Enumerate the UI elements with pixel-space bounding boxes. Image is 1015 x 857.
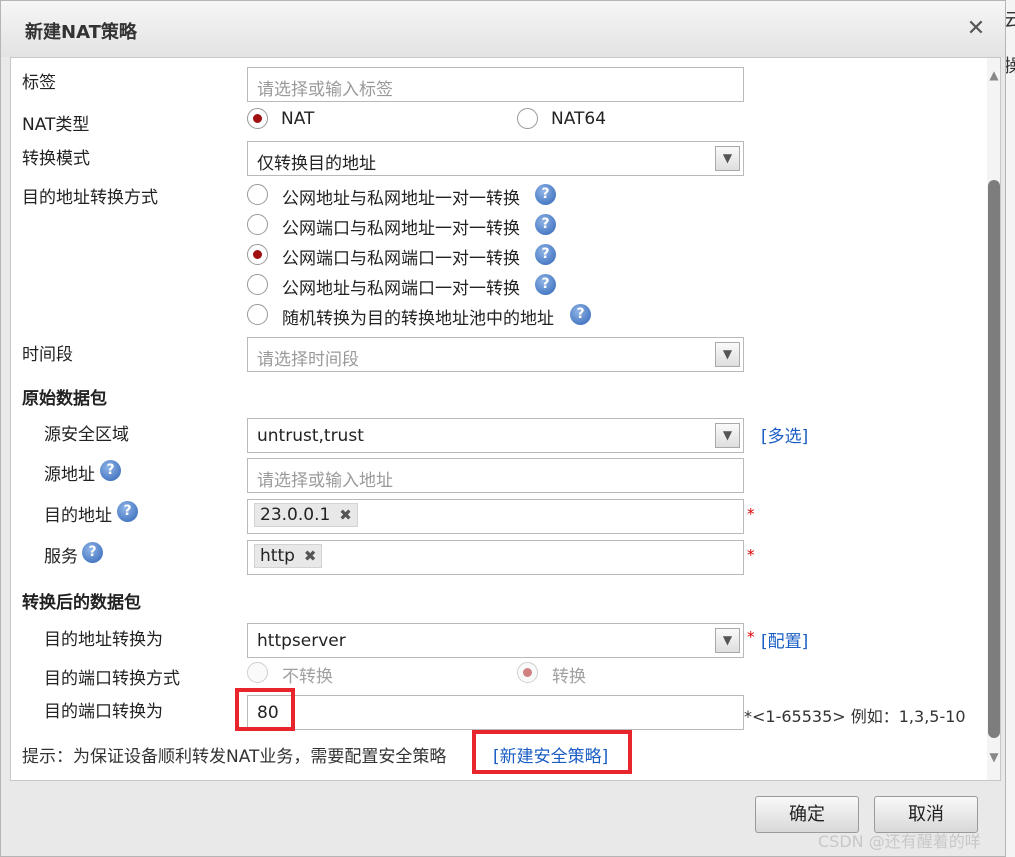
chevron-down-icon[interactable]: ▼ (715, 146, 740, 171)
scrollbar-thumb[interactable] (988, 180, 1000, 738)
convert-mode-value: 仅转换目的地址 (257, 154, 376, 174)
convert-mode-select[interactable]: 仅转换目的地址 ▼ (247, 141, 744, 176)
dest-conv-method-label: 目的地址转换方式 (22, 188, 158, 208)
help-icon[interactable]: ? (117, 501, 138, 522)
original-packet-heading: 原始数据包 (22, 389, 107, 409)
remove-tag-icon[interactable]: ✖ (339, 506, 352, 524)
dest-addr-tag: 23.0.0.1 ✖ (254, 503, 358, 527)
dest-conv-option-4[interactable]: 公网地址与私网端口一对一转换 (282, 274, 520, 299)
dest-addr-translated-value: httpserver (257, 631, 346, 651)
scroll-up-icon[interactable]: ▲ (987, 68, 1000, 82)
hint-text: 提示：为保证设备顺利转发NAT业务，需要配置安全策略 (22, 747, 447, 767)
nat-type-option-nat64[interactable]: NAT64 (551, 109, 606, 129)
tag-input[interactable]: 请选择或输入标签 (247, 67, 744, 102)
highlight-box-port (235, 688, 295, 731)
nat-type-label: NAT类型 (22, 115, 90, 135)
scroll-down-icon[interactable]: ▼ (987, 750, 1000, 764)
service-tag-text: http (260, 546, 295, 566)
dest-conv-option-1[interactable]: 公网地址与私网地址一对一转换 (282, 184, 520, 209)
dialog-titlebar[interactable]: 新建NAT策略 ✕ (1, 1, 1005, 57)
src-zone-label: 源安全区域 (44, 425, 129, 445)
help-icon[interactable]: ? (535, 184, 556, 205)
dest-conv-option-3[interactable]: 公网端口与私网端口一对一转换 (282, 244, 520, 269)
help-icon[interactable]: ? (82, 542, 103, 563)
dest-port-translated-label: 目的端口转换为 (44, 702, 163, 722)
service-label: 服务 (44, 547, 78, 567)
new-nat-policy-dialog: 新建NAT策略 ✕ 标签 请选择或输入标签 NAT类型 NAT NAT64 转换… (0, 0, 1006, 857)
time-range-label: 时间段 (22, 345, 73, 365)
time-range-select[interactable]: 请选择时间段 ▼ (247, 337, 744, 372)
dest-port-radio-none[interactable] (247, 662, 268, 683)
required-marker: * (747, 628, 755, 646)
dest-conv-radio-5[interactable] (247, 304, 268, 325)
chevron-down-icon[interactable]: ▼ (715, 342, 740, 367)
src-zone-select[interactable]: untrust,trust ▼ (247, 418, 744, 453)
dest-conv-option-5[interactable]: 随机转换为目的转换地址池中的地址 (282, 304, 554, 329)
help-icon[interactable]: ? (535, 244, 556, 265)
vertical-scrollbar[interactable]: ▲ ▼ (987, 58, 1000, 780)
dest-addr-translated-select[interactable]: httpserver ▼ (247, 623, 744, 658)
time-range-placeholder: 请选择时间段 (257, 350, 359, 370)
dialog-form: 标签 请选择或输入标签 NAT类型 NAT NAT64 转换模式 仅转换目的地址… (10, 57, 1001, 781)
dest-conv-radio-2[interactable] (247, 214, 268, 235)
src-zone-value: untrust,trust (257, 426, 364, 446)
chevron-down-icon[interactable]: ▼ (715, 423, 740, 448)
dest-port-method-label: 目的端口转换方式 (44, 669, 180, 689)
required-marker: * (747, 505, 755, 523)
dest-port-input[interactable]: 80 (247, 695, 744, 730)
help-icon[interactable]: ? (535, 214, 556, 235)
help-icon[interactable]: ? (535, 274, 556, 295)
dest-port-option-none[interactable]: 不转换 (282, 662, 333, 687)
nat-type-radio-nat64[interactable] (517, 108, 538, 129)
dest-addr-translated-label: 目的地址转换为 (44, 630, 163, 650)
highlight-box-link (472, 730, 632, 774)
service-tag: http ✖ (254, 544, 323, 568)
dest-conv-option-2[interactable]: 公网端口与私网地址一对一转换 (282, 214, 520, 239)
translated-packet-heading: 转换后的数据包 (22, 593, 141, 613)
watermark: CSDN @还有醒着的咩 (818, 832, 981, 851)
chevron-down-icon[interactable]: ▼ (715, 628, 740, 653)
help-icon[interactable]: ? (100, 460, 121, 481)
dest-port-radio-convert[interactable] (517, 662, 538, 683)
src-addr-label: 源地址 (44, 465, 95, 485)
nat-type-radio-nat[interactable] (247, 108, 268, 129)
src-addr-input[interactable]: 请选择或输入地址 (247, 458, 744, 493)
remove-tag-icon[interactable]: ✖ (304, 547, 317, 565)
dest-conv-radio-4[interactable] (247, 274, 268, 295)
nat-type-option-nat[interactable]: NAT (281, 109, 314, 129)
multi-select-link[interactable]: [多选] (761, 422, 808, 447)
convert-mode-label: 转换模式 (22, 149, 90, 169)
tag-label: 标签 (22, 73, 56, 93)
dest-port-option-convert[interactable]: 转换 (552, 662, 586, 687)
dest-conv-radio-1[interactable] (247, 184, 268, 205)
required-marker: * (747, 546, 755, 564)
port-range-hint: *<1-65535> 例如：1,3,5-10 (744, 707, 966, 726)
close-icon[interactable]: ✕ (963, 15, 989, 43)
dest-addr-label: 目的地址 (44, 506, 112, 526)
dest-conv-radio-3[interactable] (247, 244, 268, 265)
help-icon[interactable]: ? (570, 304, 591, 325)
dialog-title: 新建NAT策略 (25, 22, 137, 43)
config-link[interactable]: [配置] (761, 627, 808, 652)
dest-addr-tag-text: 23.0.0.1 (260, 505, 331, 525)
